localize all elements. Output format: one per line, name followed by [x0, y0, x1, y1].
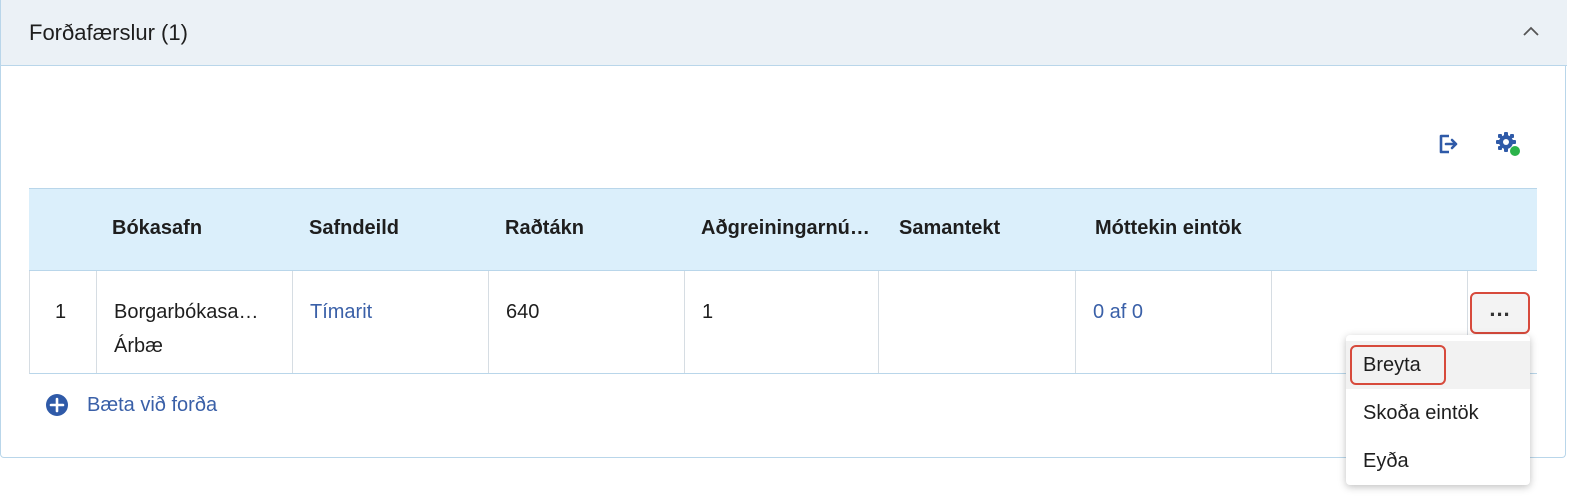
- export-icon[interactable]: [1433, 129, 1463, 159]
- row-index-cell: 1: [30, 271, 97, 373]
- table-header: Bókasafn Safndeild Raðtákn Aðgreiningarn…: [29, 188, 1537, 271]
- received-cell: 0 af 0: [1076, 271, 1272, 373]
- column-header-library[interactable]: Bókasafn: [112, 217, 202, 240]
- plus-circle-icon: [45, 393, 69, 417]
- row-index: 1: [55, 301, 67, 323]
- menu-item-view-copies[interactable]: Skoða eintök: [1346, 389, 1530, 437]
- library-name-line1: Borgarbókasa…: [114, 301, 259, 323]
- received-copies-link[interactable]: 0 af 0: [1093, 295, 1143, 329]
- library-cell: Borgarbókasa… Árbæ: [97, 271, 293, 373]
- distinguishing-number-cell: 1: [685, 271, 879, 373]
- menu-item-edit-label: Breyta: [1363, 354, 1421, 376]
- column-header-call-number[interactable]: Raðtákn: [505, 217, 584, 240]
- add-holding-button[interactable]: Bæta við forða: [45, 390, 217, 420]
- table-row: 1 Borgarbókasa… Árbæ Tímarit 640 1 0 af …: [29, 271, 1537, 374]
- column-header-received[interactable]: Móttekin eintök: [1095, 217, 1242, 240]
- add-holding-label: Bæta við forða: [87, 393, 218, 416]
- more-icon: ...: [1489, 296, 1511, 321]
- column-header-summary[interactable]: Samantekt: [899, 217, 1000, 240]
- department-cell: Tímarit: [293, 271, 489, 373]
- row-actions-menu: Breyta Skoða eintök Eyða: [1346, 335, 1530, 485]
- settings-icon[interactable]: [1493, 129, 1523, 159]
- row-actions-button[interactable]: ...: [1470, 292, 1530, 334]
- menu-item-delete-label: Eyða: [1363, 450, 1409, 472]
- menu-item-view-copies-label: Skoða eintök: [1363, 402, 1479, 424]
- call-number-cell: 640: [489, 271, 685, 373]
- menu-item-delete[interactable]: Eyða: [1346, 437, 1530, 485]
- call-number: 640: [506, 301, 540, 323]
- panel-header[interactable]: Forðafærslur (1): [1, 0, 1567, 66]
- department-link[interactable]: Tímarit: [310, 295, 372, 329]
- panel-title: Forðafærslur (1): [29, 20, 188, 45]
- summary-cell: [879, 271, 1076, 373]
- column-header-department[interactable]: Safndeild: [309, 217, 399, 240]
- library-name-line2: Árbæ: [114, 335, 163, 357]
- distinguishing-number: 1: [702, 301, 714, 323]
- status-dot: [1510, 146, 1520, 156]
- chevron-up-icon[interactable]: [1519, 20, 1543, 44]
- menu-item-edit[interactable]: Breyta: [1346, 341, 1530, 389]
- holdings-panel: Forðafærslur (1) Bókasafn Safndeild Raðt…: [0, 0, 1567, 458]
- column-header-distinguishing-number[interactable]: Aðgreiningarnú…: [701, 217, 870, 240]
